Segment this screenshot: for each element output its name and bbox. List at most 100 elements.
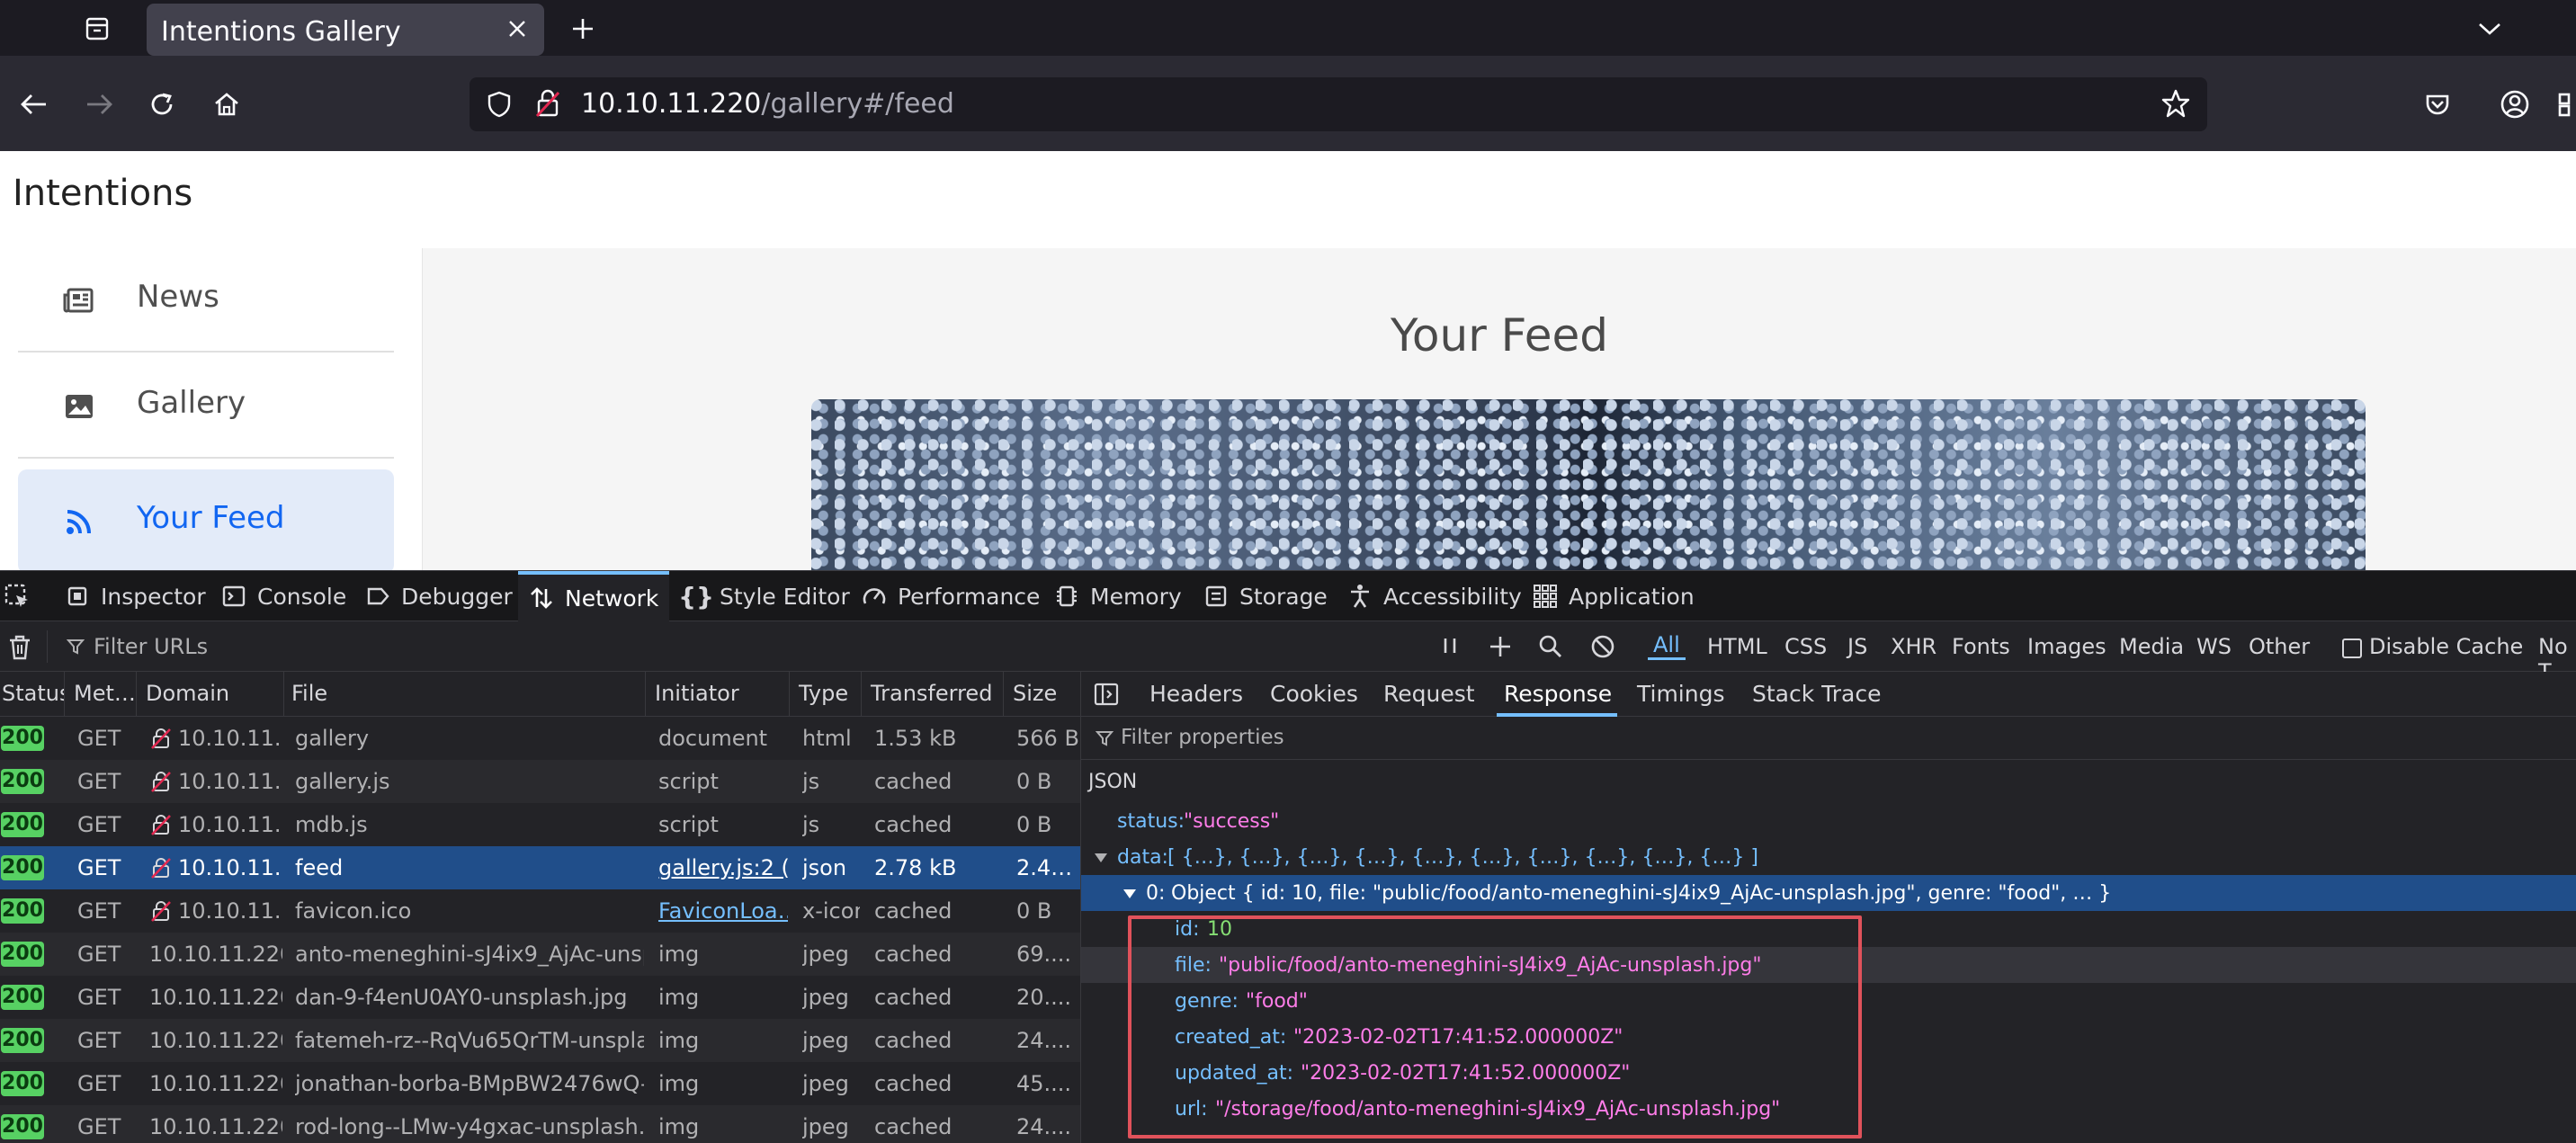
sidebar-item-news[interactable]: News [18, 248, 394, 353]
cell-type: js [802, 769, 820, 794]
json-data-row[interactable]: data: [ {…}, {…}, {…}, {…}, {…}, {…}, {…… [1081, 839, 2576, 875]
table-row[interactable]: 200 GET 10.10.11.220 fatemeh-rz--RqVu65QrTM… [0, 1019, 1080, 1062]
tab-response[interactable]: Response [1504, 681, 1612, 707]
reload-icon[interactable] [140, 83, 183, 126]
tab-cookies[interactable]: Cookies [1270, 681, 1358, 707]
url-host: 10.10.11.220 [581, 88, 762, 120]
toggle-sidebar-icon[interactable] [1094, 683, 1119, 706]
tab-style-editor[interactable]: {} Style Editor [678, 571, 850, 621]
cell-file: gallery.js [295, 769, 390, 794]
filter-fonts[interactable]: Fonts [1952, 634, 2010, 659]
account-icon[interactable] [2493, 83, 2536, 126]
col-type[interactable]: Type [797, 672, 862, 717]
extensions-icon[interactable] [2554, 83, 2576, 126]
divider [47, 630, 48, 663]
tab-title: Intentions Gallery [161, 16, 401, 48]
filter-properties-bar[interactable]: Filter properties [1081, 717, 2576, 760]
shield-icon[interactable] [486, 90, 513, 119]
trash-icon[interactable] [7, 634, 32, 661]
url-text[interactable]: 10.10.11.220/gallery#/feed [581, 88, 954, 120]
filter-html[interactable]: HTML [1707, 634, 1767, 659]
col-size[interactable]: Size [1011, 672, 1080, 717]
table-row[interactable]: 200 GET 10.10.11.... gallery document html 1.5… [0, 717, 1080, 760]
col-transferred[interactable]: Transferred [869, 672, 1004, 717]
tab-application[interactable]: Application [1533, 571, 1695, 621]
tab-debugger[interactable]: Debugger [365, 571, 513, 621]
cell-initiator: img [658, 942, 700, 967]
cell-size: 2.4… [1016, 855, 1073, 880]
browser-tab[interactable]: Intentions Gallery [147, 4, 544, 56]
tab-inspector[interactable]: Inspector [65, 571, 206, 621]
star-icon[interactable] [2160, 88, 2191, 119]
tab-stack-trace[interactable]: Stack Trace [1752, 681, 1881, 707]
feed-image[interactable] [811, 399, 2366, 570]
table-row[interactable]: 200 GET 10.10.11.220 dan-9-f4enU0AY0-unspla… [0, 976, 1080, 1019]
close-icon[interactable] [501, 13, 533, 45]
json-key: status: [1117, 810, 1185, 833]
table-row[interactable]: 200 GET 10.10.11.220 jonathan-borba-BMpBW24… [0, 1062, 1080, 1105]
cell-initiator[interactable]: gallery.js:2 (… [658, 855, 788, 880]
block-icon[interactable] [1590, 634, 1615, 659]
expand-triangle-icon[interactable] [1123, 888, 1137, 900]
tab-memory[interactable]: Memory [1054, 571, 1182, 621]
insecure-lock-icon[interactable] [534, 88, 561, 119]
table-row[interactable]: 200 GET 10.10.11.... feed gallery.js:2 (… jso… [0, 846, 1080, 889]
json-status-row[interactable]: status: "success" [1081, 803, 2576, 839]
cell-transferred: cached [874, 1028, 953, 1053]
tab-storage[interactable]: Storage [1203, 571, 1328, 621]
filter-all[interactable]: All [1648, 632, 1686, 660]
plus-icon[interactable] [1488, 634, 1513, 659]
home-icon[interactable] [205, 83, 248, 126]
cell-domain-text: 10.10.11.... [178, 812, 282, 837]
json-item-0-row[interactable]: 0: Object { id: 10, file: "public/food/a… [1081, 875, 2576, 911]
disable-cache-checkbox[interactable] [2342, 638, 2362, 658]
table-row[interactable]: 200 GET 10.10.11.220 anto-meneghini-sJ4ix9_… [0, 933, 1080, 976]
element-picker-icon[interactable] [4, 571, 49, 621]
tab-console[interactable]: Console [221, 571, 346, 621]
filter-css[interactable]: CSS [1784, 634, 1827, 659]
tab-network[interactable]: Network [518, 571, 670, 621]
col-method[interactable]: Met… [72, 672, 137, 717]
insecure-lock-icon [151, 728, 171, 749]
table-row[interactable]: 200 GET 10.10.11.... gallery.js script js cach… [0, 760, 1080, 803]
cell-domain: 10.10.11.... [149, 812, 282, 837]
tab-request[interactable]: Request [1383, 681, 1475, 707]
firefox-view-icon[interactable] [79, 11, 115, 47]
sidebar-item-your-feed[interactable]: Your Feed [18, 469, 394, 570]
pause-icon[interactable] [1439, 634, 1461, 659]
tab-timings[interactable]: Timings [1637, 681, 1725, 707]
plus-icon[interactable] [565, 11, 601, 47]
cell-size: 0 B [1016, 898, 1052, 924]
tab-performance[interactable]: Performance [862, 571, 1040, 621]
tab-headers[interactable]: Headers [1149, 681, 1243, 707]
col-initiator[interactable]: Initiator [653, 672, 790, 717]
filter-images[interactable]: Images [2027, 634, 2106, 659]
table-row[interactable]: 200 GET 10.10.11.... favicon.ico FaviconLoa…… [0, 889, 1080, 933]
filter-properties-input[interactable]: Filter properties [1121, 726, 1284, 749]
search-icon[interactable] [1538, 634, 1563, 659]
forward-arrow-icon[interactable] [77, 83, 121, 126]
filter-js[interactable]: JS [1847, 634, 1867, 659]
table-row[interactable]: 200 GET 10.10.11.... mdb.js script js cached 0 … [0, 803, 1080, 846]
col-file[interactable]: File [290, 672, 646, 717]
sidebar-item-gallery[interactable]: Gallery [18, 354, 394, 459]
cell-initiator[interactable]: FaviconLoa… [658, 898, 788, 924]
pocket-icon[interactable] [2416, 83, 2459, 126]
filter-xhr[interactable]: XHR [1891, 634, 1936, 659]
filter-other[interactable]: Other [2249, 634, 2310, 659]
col-status[interactable]: Status [0, 672, 65, 717]
rss-icon [67, 510, 91, 534]
expand-triangle-icon[interactable] [1094, 852, 1108, 864]
filter-media[interactable]: Media [2119, 634, 2184, 659]
json-section-label[interactable]: JSON [1088, 771, 1137, 793]
tab-accessibility[interactable]: Accessibility [1347, 571, 1522, 621]
filter-ws[interactable]: WS [2196, 634, 2232, 659]
status-badge: 200 [1, 898, 44, 924]
col-domain[interactable]: Domain [144, 672, 284, 717]
tab-label: Debugger [401, 583, 513, 610]
back-arrow-icon[interactable] [13, 83, 56, 126]
chevron-down-icon[interactable] [2472, 11, 2508, 47]
table-row[interactable]: 200 GET 10.10.11.220 rod-long--LMw-y4gxac-u… [0, 1105, 1080, 1143]
filter-urls-input[interactable]: Filter URLs [94, 634, 208, 659]
cell-type: jpeg [802, 942, 849, 967]
